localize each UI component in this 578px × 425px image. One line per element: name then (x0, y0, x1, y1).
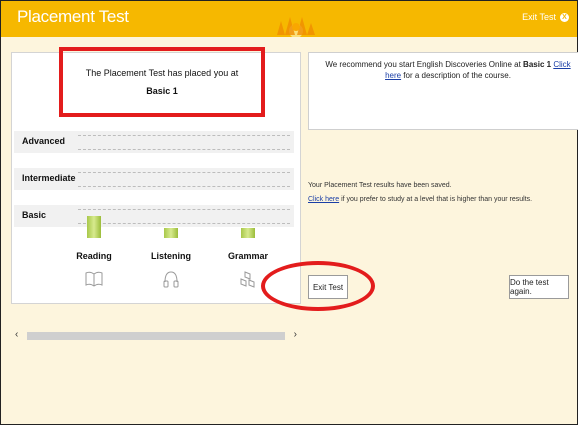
placement-result-level: Basic 1 (146, 86, 178, 96)
decorative-sun-icon (277, 17, 315, 37)
recommendation-text: We recommend you start English Discoveri… (325, 60, 571, 80)
level-label: Advanced (22, 136, 66, 146)
listening-score-bar (164, 228, 178, 238)
app-title: Placement Test (17, 7, 129, 26)
horizontal-scrollbar[interactable]: ‹ › (13, 329, 299, 341)
results-panel: The Placement Test has placed you at Bas… (11, 47, 301, 304)
app-frame: Placement Test Exit Test X The Placement… (0, 0, 578, 425)
placement-result-text: The Placement Test has placed you at (85, 68, 239, 78)
level-row-advanced: Advanced (14, 131, 294, 153)
header-exit-button[interactable]: Exit Test X (522, 12, 569, 22)
higher-level-message: Click here if you prefer to study at a l… (308, 196, 533, 203)
grammar-score-bar (241, 228, 255, 238)
do-test-again-button[interactable]: Do the test again. (509, 275, 569, 299)
level-label: Basic (22, 210, 47, 220)
level-row-basic: Basic (14, 205, 294, 227)
skill-label-grammar: Grammar (227, 251, 269, 261)
skill-label-listening: Listening (151, 251, 191, 261)
higher-level-link[interactable]: Click here (308, 196, 339, 203)
level-row-intermediate: Intermediate (14, 168, 294, 190)
header-exit-label: Exit Test (522, 12, 556, 22)
placement-result-highlight: The Placement Test has placed you at Bas… (59, 47, 265, 117)
exit-test-button[interactable]: Exit Test (308, 275, 348, 299)
header-bar: Placement Test Exit Test X (1, 1, 577, 37)
reading-score-bar (87, 216, 101, 238)
results-saved-message: Your Placement Test results have been sa… (308, 182, 452, 189)
recommended-level: Basic 1 (523, 60, 552, 69)
skill-label-reading: Reading (76, 251, 112, 261)
scroll-right-arrow[interactable]: › (294, 329, 297, 340)
blocks-icon (240, 271, 255, 288)
scroll-left-arrow[interactable]: ‹ (15, 329, 18, 340)
headphones-icon (163, 271, 179, 288)
close-icon[interactable]: X (560, 12, 569, 22)
level-label: Intermediate (22, 173, 76, 183)
recommendation-panel: We recommend you start English Discoveri… (308, 52, 578, 130)
scrollbar-thumb[interactable] (27, 332, 285, 340)
book-icon (85, 271, 103, 287)
